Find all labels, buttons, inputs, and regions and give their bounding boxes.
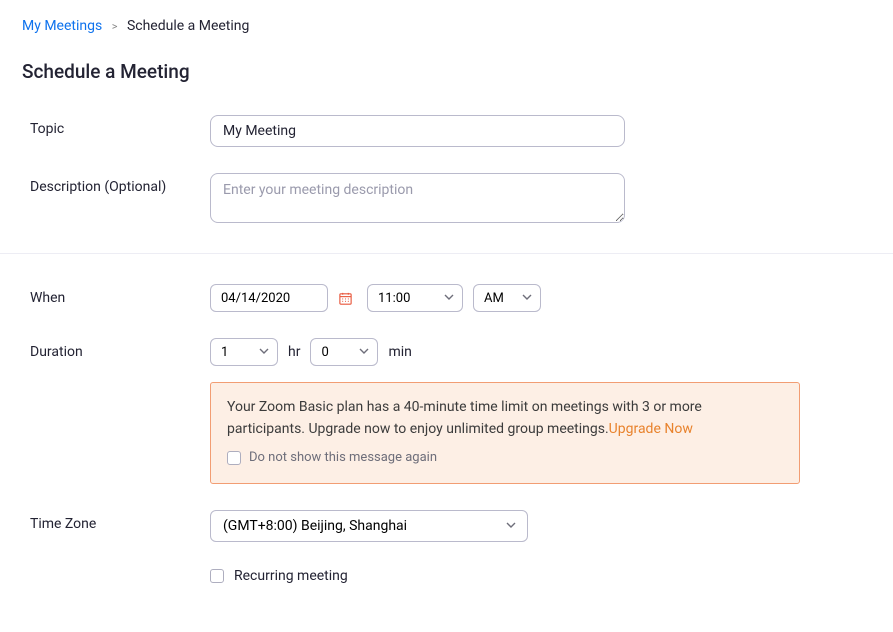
upgrade-warning-box: Your Zoom Basic plan has a 40-minute tim… [210,382,800,484]
duration-label: Duration [22,338,210,360]
date-input[interactable] [210,284,328,312]
dismiss-warning-label: Do not show this message again [249,448,437,468]
duration-min-select[interactable] [310,338,378,366]
topic-input[interactable] [210,115,625,147]
timezone-label: Time Zone [22,510,210,532]
upgrade-now-link[interactable]: Upgrade Now [609,421,693,437]
ampm-select[interactable] [473,284,541,312]
recurring-meeting-label: Recurring meeting [234,568,348,584]
breadcrumb-separator: > [112,20,118,33]
hour-unit-label: hr [288,344,300,360]
section-divider [0,253,893,254]
description-label: Description (Optional) [22,173,210,195]
dismiss-warning-checkbox[interactable] [227,451,241,465]
time-select[interactable] [367,284,463,312]
duration-hour-select[interactable] [210,338,278,366]
breadcrumb-parent-link[interactable]: My Meetings [22,18,102,34]
topic-label: Topic [22,115,210,137]
timezone-select[interactable] [210,510,528,542]
description-textarea[interactable] [210,173,625,223]
breadcrumb-current: Schedule a Meeting [127,18,249,34]
minute-unit-label: min [388,344,411,360]
breadcrumb: My Meetings > Schedule a Meeting [22,18,871,34]
calendar-icon[interactable] [338,291,353,306]
recurring-meeting-checkbox[interactable] [210,569,224,583]
when-label: When [22,284,210,306]
page-title: Schedule a Meeting [22,60,871,83]
